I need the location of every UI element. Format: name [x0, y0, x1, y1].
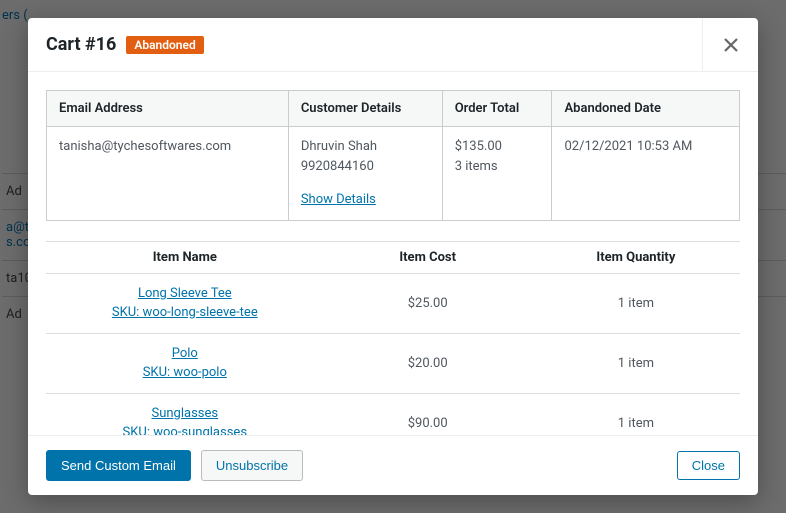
cell-item-name: Polo SKU: woo-polo: [46, 333, 324, 393]
cell-date: 02/12/2021 10:53 AM: [552, 127, 740, 221]
table-row: Sunglasses SKU: woo-sunglasses $90.00 1 …: [46, 393, 740, 435]
status-badge: Abandoned: [126, 36, 203, 54]
info-row: tanisha@tychesoftwares.com Dhruvin Shah …: [47, 127, 740, 221]
close-icon[interactable]: [702, 18, 758, 71]
customer-name: Dhruvin Shah: [301, 137, 430, 157]
col-item-qty: Item Quantity: [532, 241, 740, 273]
cell-total: $135.00 3 items: [442, 127, 552, 221]
cart-items-table: Item Name Item Cost Item Quantity Long S…: [46, 241, 740, 436]
cart-info-table: Email Address Customer Details Order Tot…: [46, 90, 740, 221]
col-date: Abandoned Date: [552, 91, 740, 127]
modal-title: Cart #16: [46, 34, 116, 55]
item-sku-link[interactable]: SKU: woo-polo: [143, 365, 227, 380]
cell-item-name: Sunglasses SKU: woo-sunglasses: [46, 393, 324, 435]
item-name-link[interactable]: Polo: [172, 346, 198, 361]
modal-footer: Send Custom Email Unsubscribe Close: [28, 435, 758, 495]
cell-item-name: Long Sleeve Tee SKU: woo-long-sleeve-tee: [46, 273, 324, 333]
cell-item-cost: $25.00: [324, 273, 532, 333]
unsubscribe-button[interactable]: Unsubscribe: [201, 450, 303, 481]
show-details-link[interactable]: Show Details: [301, 190, 376, 210]
item-name-link[interactable]: Long Sleeve Tee: [138, 286, 232, 301]
cell-item-qty: 1 item: [532, 333, 740, 393]
table-row: Long Sleeve Tee SKU: woo-long-sleeve-tee…: [46, 273, 740, 333]
col-email: Email Address: [47, 91, 289, 127]
col-item-cost: Item Cost: [324, 241, 532, 273]
customer-phone: 9920844160: [301, 157, 430, 177]
col-total: Order Total: [442, 91, 552, 127]
total-amount: $135.00: [455, 137, 540, 157]
cell-item-qty: 1 item: [532, 393, 740, 435]
modal-body: Email Address Customer Details Order Tot…: [28, 72, 758, 435]
modal-title-area: Cart #16 Abandoned: [28, 18, 702, 71]
col-customer: Customer Details: [288, 91, 442, 127]
item-name-link[interactable]: Sunglasses: [151, 406, 218, 421]
send-email-button[interactable]: Send Custom Email: [46, 450, 191, 481]
cell-customer: Dhruvin Shah 9920844160 Show Details: [288, 127, 442, 221]
total-items: 3 items: [455, 157, 540, 177]
close-button[interactable]: Close: [677, 451, 740, 480]
cell-item-qty: 1 item: [532, 273, 740, 333]
modal-header: Cart #16 Abandoned: [28, 18, 758, 72]
table-row: Polo SKU: woo-polo $20.00 1 item: [46, 333, 740, 393]
item-sku-link[interactable]: SKU: woo-long-sleeve-tee: [112, 305, 258, 320]
cell-item-cost: $90.00: [324, 393, 532, 435]
cart-modal: Cart #16 Abandoned Email Address Custome…: [28, 18, 758, 495]
col-item-name: Item Name: [46, 241, 324, 273]
cell-item-cost: $20.00: [324, 333, 532, 393]
item-sku-link[interactable]: SKU: woo-sunglasses: [123, 425, 247, 435]
cell-email: tanisha@tychesoftwares.com: [47, 127, 289, 221]
